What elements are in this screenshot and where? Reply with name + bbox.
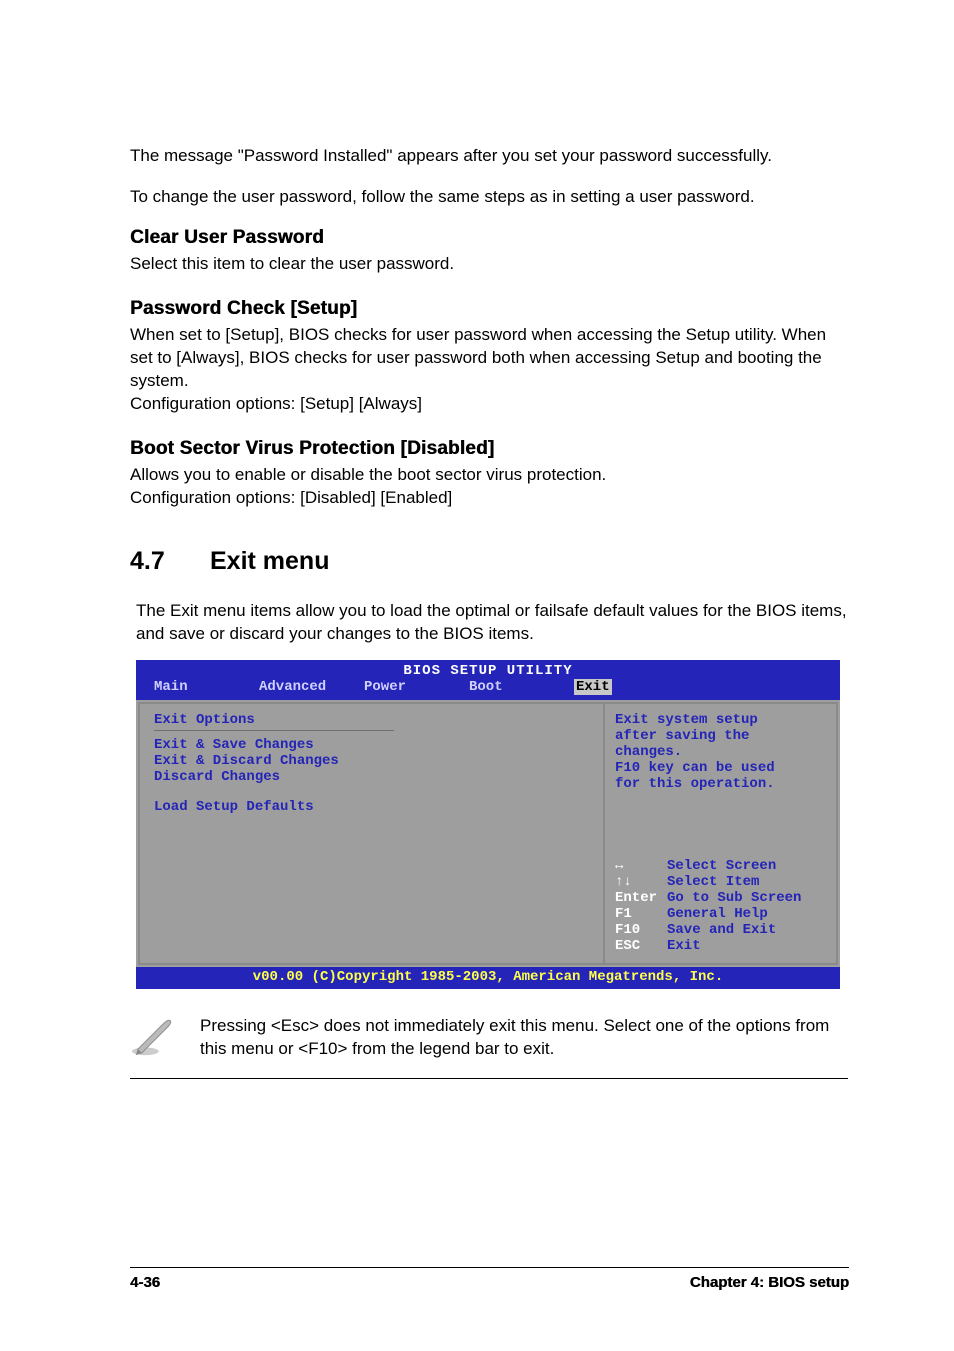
divider [154, 730, 394, 731]
nav-key: ESC [615, 938, 667, 954]
nav-label: Go to Sub Screen [667, 890, 801, 906]
nav-label: Select Screen [667, 858, 776, 874]
section-body: Select this item to clear the user passw… [130, 253, 849, 276]
page-number: 4-36 [130, 1274, 160, 1291]
nav-label: Save and Exit [667, 922, 776, 938]
section-text: When set to [Setup], BIOS checks for use… [130, 325, 826, 390]
bios-screenshot: BIOS SETUP UTILITY Main Advanced Power B… [136, 660, 840, 988]
bios-help-text: Exit system setup after saving the chang… [615, 712, 826, 792]
bios-nav-hints: ↔Select Screen ↑↓Select Item EnterGo to … [615, 858, 826, 955]
help-line: Exit system setup [615, 712, 826, 728]
nav-row: F10Save and Exit [615, 922, 826, 938]
bios-tab-main: Main [154, 679, 259, 695]
nav-row: F1General Help [615, 906, 826, 922]
paragraph: The message "Password Installed" appears… [130, 145, 849, 168]
nav-label: Exit [667, 938, 701, 954]
help-line: changes. [615, 744, 826, 760]
bios-tab-advanced: Advanced [259, 679, 364, 695]
bios-menu-item: Exit & Save Changes [154, 737, 589, 753]
nav-label: Select Item [667, 874, 759, 890]
bios-tabs: Main Advanced Power Boot Exit [136, 679, 840, 698]
nav-label: General Help [667, 906, 768, 922]
section-body: When set to [Setup], BIOS checks for use… [130, 324, 849, 416]
bios-tab-boot: Boot [469, 679, 574, 695]
nav-key: ↔ [615, 858, 667, 874]
nav-row: ↑↓Select Item [615, 874, 826, 890]
nav-key: Enter [615, 890, 667, 906]
heading-boot-sector: Boot Sector Virus Protection [Disabled] [130, 438, 849, 460]
nav-key: ↑↓ [615, 874, 667, 890]
heading-exit-menu: 4.7Exit menu [130, 547, 849, 576]
bios-body: Exit Options Exit & Save Changes Exit & … [136, 699, 840, 967]
bios-menu-item: Load Setup Defaults [154, 799, 589, 815]
pencil-icon [130, 1009, 200, 1064]
note-text: Pressing <Esc> does not immediately exit… [200, 1009, 848, 1061]
section-body: Allows you to enable or disable the boot… [130, 464, 849, 510]
chapter-label: Chapter 4: BIOS setup [690, 1274, 849, 1291]
intro-paragraph: The Exit menu items allow you to load th… [136, 600, 849, 646]
nav-key: F1 [615, 906, 667, 922]
heading-clear-user-password: Clear User Password [130, 227, 849, 249]
paragraph: To change the user password, follow the … [130, 186, 849, 209]
help-line: F10 key can be used [615, 760, 826, 776]
bios-left-pane: Exit Options Exit & Save Changes Exit & … [138, 702, 603, 965]
nav-row: EnterGo to Sub Screen [615, 890, 826, 906]
section-text: Allows you to enable or disable the boot… [130, 465, 606, 484]
bios-right-pane: Exit system setup after saving the chang… [603, 702, 838, 965]
nav-row: ↔Select Screen [615, 858, 826, 874]
bios-title: BIOS SETUP UTILITY [136, 660, 840, 679]
section-text: Configuration options: [Setup] [Always] [130, 394, 422, 413]
bios-menu-item: Exit & Discard Changes [154, 753, 589, 769]
help-line: for this operation. [615, 776, 826, 792]
heading-password-check: Password Check [Setup] [130, 298, 849, 320]
note-block: Pressing <Esc> does not immediately exit… [130, 1009, 848, 1079]
bios-tab-exit: Exit [574, 679, 679, 695]
bios-menu-item: Discard Changes [154, 769, 589, 785]
page-footer: 4-36 Chapter 4: BIOS setup [130, 1267, 849, 1291]
bios-footer: v00.00 (C)Copyright 1985-2003, American … [136, 967, 840, 989]
help-line: after saving the [615, 728, 826, 744]
bios-tab-power: Power [364, 679, 469, 695]
spacer [154, 785, 589, 799]
heading-title: Exit menu [210, 547, 329, 575]
nav-row: ESCExit [615, 938, 826, 954]
bios-left-header: Exit Options [154, 712, 589, 728]
nav-key: F10 [615, 922, 667, 938]
heading-number: 4.7 [130, 547, 210, 576]
section-text: Configuration options: [Disabled] [Enabl… [130, 488, 452, 507]
